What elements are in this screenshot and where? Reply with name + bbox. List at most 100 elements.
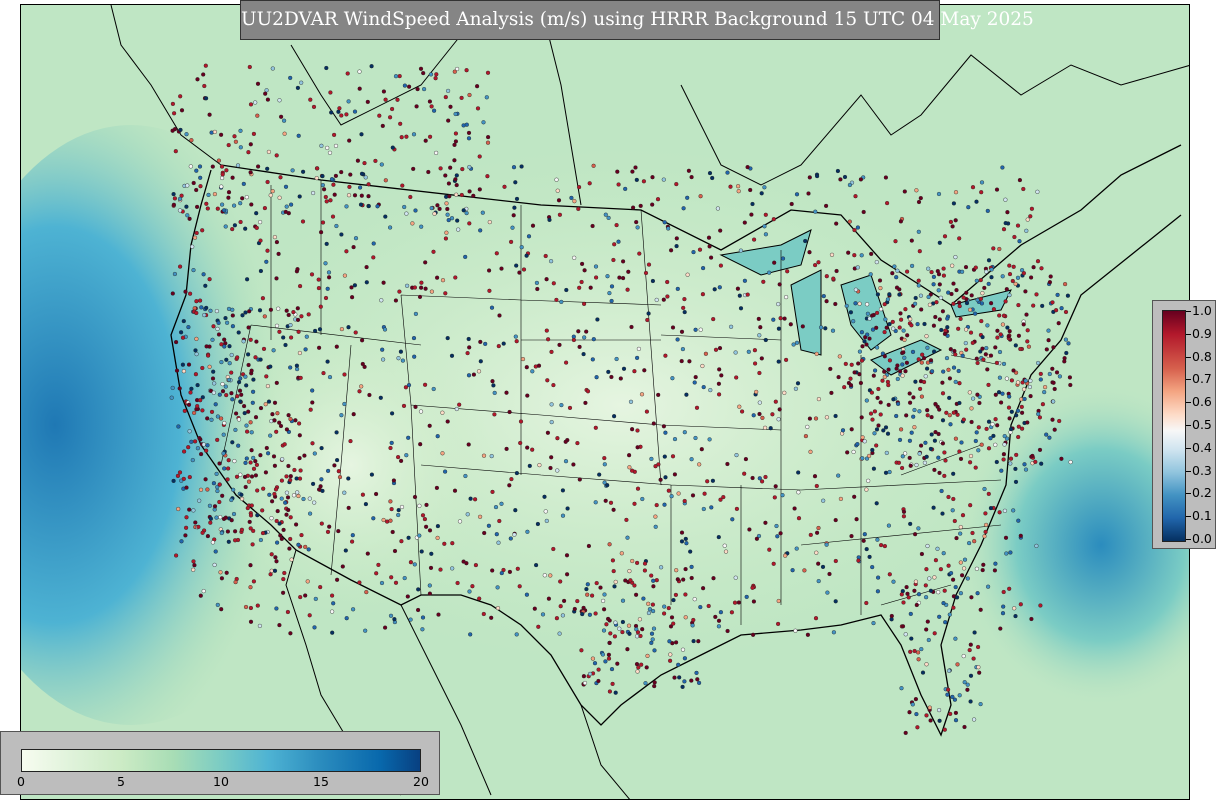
station-marker	[282, 131, 287, 136]
station-marker	[235, 355, 240, 360]
station-marker	[435, 535, 440, 540]
station-marker	[232, 203, 237, 208]
station-marker	[270, 499, 275, 504]
station-marker	[494, 532, 499, 537]
station-marker	[848, 376, 853, 381]
station-marker	[604, 622, 609, 627]
station-marker	[325, 359, 330, 364]
station-marker	[557, 342, 562, 347]
station-marker	[670, 376, 675, 381]
station-marker	[555, 188, 560, 193]
station-marker	[276, 251, 281, 256]
station-marker	[247, 519, 252, 524]
station-marker	[708, 388, 713, 393]
station-marker	[453, 177, 458, 182]
station-marker	[414, 104, 419, 109]
station-marker	[1018, 533, 1023, 538]
station-marker	[626, 269, 631, 274]
station-marker	[1007, 293, 1012, 298]
station-marker	[997, 375, 1002, 380]
station-marker	[793, 628, 798, 633]
station-marker	[611, 257, 616, 263]
station-marker	[200, 530, 205, 535]
station-marker	[193, 439, 198, 444]
station-marker	[1059, 306, 1064, 311]
station-marker	[866, 478, 871, 483]
station-marker	[718, 497, 723, 502]
station-marker	[1024, 312, 1029, 317]
station-marker	[728, 324, 734, 329]
station-marker	[181, 319, 186, 324]
station-marker	[1011, 264, 1016, 269]
station-marker	[693, 327, 698, 332]
station-marker	[343, 548, 348, 553]
station-marker	[248, 102, 254, 107]
station-marker	[742, 278, 747, 283]
station-marker	[549, 349, 554, 354]
station-marker	[941, 600, 946, 606]
station-marker	[549, 455, 554, 460]
station-marker	[928, 358, 934, 363]
station-marker	[594, 375, 599, 380]
station-marker	[813, 616, 819, 621]
station-marker	[618, 376, 623, 381]
station-marker	[942, 450, 947, 455]
station-marker	[953, 710, 958, 715]
station-marker	[914, 462, 919, 468]
station-marker	[410, 221, 415, 226]
station-marker	[172, 111, 177, 116]
station-marker	[679, 539, 685, 544]
station-marker	[564, 287, 569, 293]
station-marker	[760, 415, 765, 420]
station-marker	[582, 268, 587, 273]
station-marker	[596, 678, 601, 684]
station-marker	[942, 727, 947, 732]
station-marker	[191, 268, 196, 273]
station-marker	[867, 316, 872, 321]
station-marker	[1015, 223, 1021, 228]
station-marker	[265, 384, 270, 389]
station-marker	[248, 605, 253, 611]
station-marker	[1015, 380, 1021, 385]
station-marker	[592, 661, 598, 666]
station-marker	[242, 474, 248, 479]
station-marker	[558, 579, 563, 584]
station-marker	[924, 713, 929, 718]
station-marker	[929, 369, 935, 374]
station-marker	[1048, 274, 1053, 279]
station-marker	[828, 366, 833, 371]
station-marker	[624, 517, 629, 522]
station-marker	[974, 199, 979, 204]
station-marker	[898, 427, 904, 432]
station-marker	[939, 327, 944, 333]
station-marker	[316, 277, 321, 282]
station-marker	[915, 650, 921, 655]
station-marker	[951, 281, 956, 286]
station-marker	[359, 132, 364, 137]
station-marker	[466, 130, 472, 135]
station-marker	[916, 592, 922, 597]
station-marker	[776, 326, 781, 331]
station-marker	[611, 414, 617, 419]
station-marker	[944, 356, 950, 361]
station-marker	[535, 286, 540, 292]
station-marker	[710, 175, 715, 181]
station-marker	[366, 182, 371, 187]
station-marker	[920, 670, 926, 675]
station-marker	[739, 409, 745, 414]
station-marker	[878, 307, 884, 312]
station-marker	[663, 353, 668, 358]
station-marker	[250, 542, 255, 547]
observation-colorbar-tick-mark	[1186, 470, 1191, 472]
station-marker	[272, 568, 278, 573]
station-marker	[399, 504, 405, 510]
station-marker	[916, 229, 921, 234]
station-marker	[326, 270, 332, 275]
station-marker	[1044, 347, 1049, 352]
station-marker	[692, 597, 697, 602]
station-marker	[195, 77, 200, 82]
station-marker	[381, 89, 386, 94]
station-marker	[962, 724, 967, 730]
station-marker	[883, 175, 888, 180]
station-marker	[875, 395, 880, 400]
